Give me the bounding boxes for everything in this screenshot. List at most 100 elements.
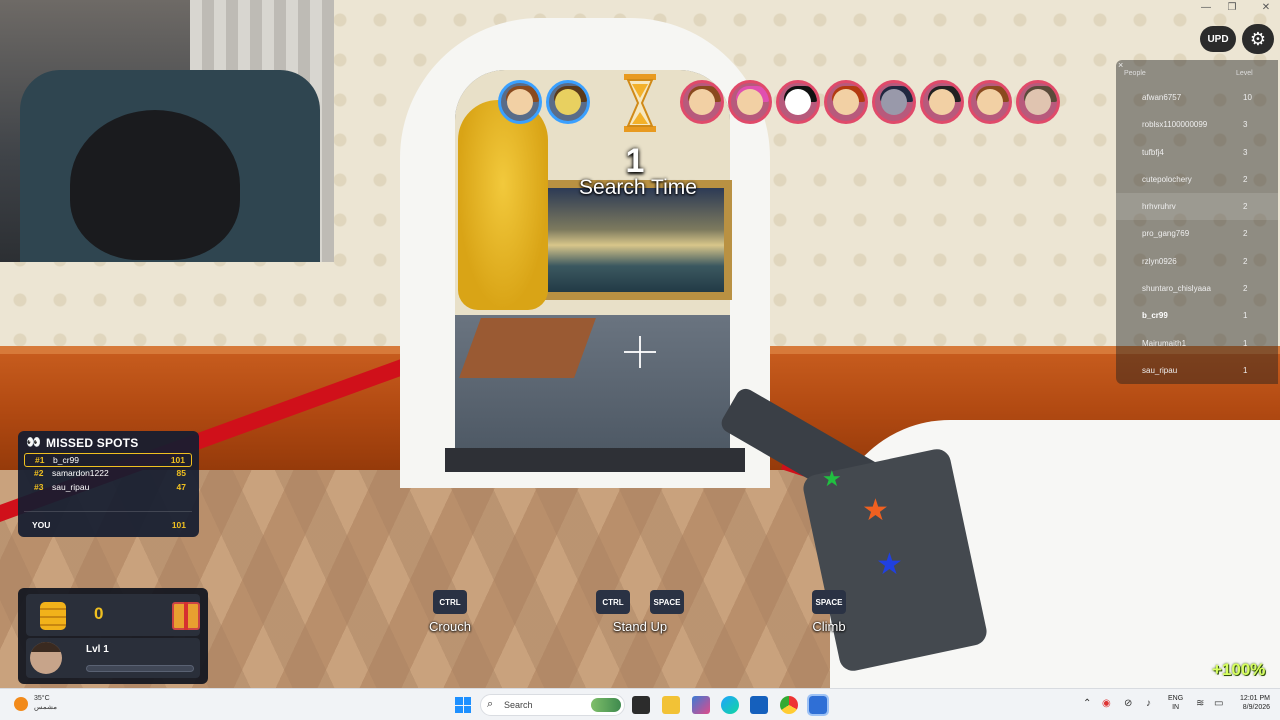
restore-window-icon[interactable]: ❐ — [1222, 2, 1242, 16]
battery-icon[interactable]: ▭ — [1214, 698, 1223, 709]
eyes-icon: 👀 — [26, 435, 41, 449]
player-avatar — [1016, 80, 1060, 124]
edge-browser-icon[interactable] — [721, 696, 739, 714]
leaderboard-row[interactable]: rzlyn0926 2 — [1116, 248, 1278, 275]
language-indicator[interactable]: ENG IN — [1168, 694, 1183, 712]
leaderboard-row[interactable]: hrhvruhrv 2 — [1116, 193, 1278, 221]
file-explorer-icon[interactable] — [662, 696, 680, 714]
close-icon[interactable]: × — [1118, 60, 1123, 70]
player-avatar-bar — [498, 80, 1068, 126]
leaderboard-row[interactable]: tufbfj4 3 — [1116, 139, 1278, 166]
leaderboard-player-name: shuntaro_chislyaaa — [1142, 284, 1211, 294]
leaderboard-player-name: sau_ripau — [1142, 365, 1178, 375]
level-progress-bar — [86, 665, 194, 672]
leaderboard-row[interactable]: Mairumaith1 1 — [1116, 330, 1278, 357]
leaderboard-player-level: 3 — [1243, 120, 1248, 130]
leaderboard-row[interactable]: sau_ripau 1 — [1116, 357, 1278, 384]
missed-spots-name: samardon1222 — [52, 468, 109, 478]
coin-count: 0 — [94, 604, 104, 623]
weapon-star-orange-icon: ★ — [862, 494, 889, 527]
gear-icon[interactable]: ⚙ — [1242, 24, 1274, 54]
key-ctrl-standup: CTRL — [596, 590, 630, 614]
roblox-icon[interactable] — [807, 694, 829, 716]
level-label: Lvl 1 — [86, 644, 109, 655]
leaderboard-player-level: 2 — [1243, 229, 1248, 239]
leaderboard-row[interactable]: cutepolochery 2 — [1116, 166, 1278, 193]
weapon-star-blue-icon: ★ — [876, 548, 903, 581]
missed-spots-name: b_cr99 — [53, 455, 79, 465]
player-leaderboard: × People Level afwan6757 10 roblsx1100000… — [1116, 60, 1278, 384]
minimize-window-icon[interactable]: — — [1196, 2, 1216, 16]
crosshair-vertical — [639, 336, 641, 368]
windows-taskbar: 35°C مشمس ⌕ Search ⌃ ◉ ⊘ ♪ ENG IN ≋ ▭ 12… — [0, 688, 1280, 720]
crouch-hint: Crouch — [429, 619, 471, 634]
leaderboard-player-level: 2 — [1243, 284, 1248, 294]
leaderboard-player-name: pro_gang769 — [1142, 229, 1190, 239]
leaderboard-player-level: 1 — [1243, 338, 1248, 348]
player-avatar — [920, 80, 964, 124]
copilot-icon[interactable] — [692, 696, 710, 714]
key-space-climb: SPACE — [812, 590, 846, 614]
leaderboard-player-name: tufbfj4 — [1142, 147, 1164, 157]
door-threshold — [445, 448, 745, 472]
player-stats-panel: 0 Lvl 1 — [18, 588, 208, 684]
player-avatar — [968, 80, 1012, 124]
leaderboard-row[interactable]: roblsx1100000099 3 — [1116, 111, 1278, 138]
you-label: YOU — [32, 520, 51, 530]
windows-start-icon[interactable] — [455, 697, 471, 713]
player-avatar — [546, 80, 590, 124]
search-icon: ⌕ — [487, 698, 494, 710]
tray-app-icon[interactable]: ◉ — [1102, 698, 1111, 709]
chevron-up-icon[interactable]: ⌃ — [1083, 698, 1091, 709]
avatar — [30, 642, 62, 674]
leaderboard-row[interactable]: afwan6757 10 — [1116, 84, 1278, 111]
leaderboard-player-name: cutepolochery — [1142, 174, 1192, 184]
leaderboard-player-name: afwan6757 — [1142, 93, 1182, 102]
weather-widget[interactable]: 35°C مشمس — [34, 694, 57, 712]
level-box: Lvl 1 — [26, 638, 200, 678]
chrome-icon[interactable] — [780, 696, 798, 714]
gift-icon[interactable] — [172, 602, 200, 630]
leaderboard-header-name: People — [1124, 70, 1146, 77]
microphone-icon[interactable]: ♪ — [1146, 698, 1151, 709]
stand-up-hint: Stand Up — [612, 619, 668, 634]
system-clock[interactable]: 12:01 PM 8/9/2026 — [1230, 694, 1270, 712]
key-ctrl-crouch: CTRL — [433, 590, 467, 614]
clock-date: 8/9/2026 — [1242, 704, 1270, 711]
leaderboard-row[interactable]: pro_gang769 2 — [1116, 220, 1278, 247]
leaderboard-player-level: 10 — [1243, 93, 1252, 102]
leaderboard-player-level: 2 — [1243, 202, 1248, 212]
clock-time: 12:01 PM — [1240, 695, 1270, 702]
webcam-overlay — [0, 0, 334, 262]
search-highlight-icon — [591, 698, 621, 712]
missed-spots-row: #3 sau_ripau 47 — [24, 481, 192, 495]
missed-spots-title: MISSED SPOTS — [46, 436, 139, 450]
leaderboard-row[interactable]: shuntaro_chislyaaa 2 — [1116, 275, 1278, 302]
painting-canvas — [548, 188, 724, 292]
leaderboard-row[interactable]: b_cr99 1 — [1116, 302, 1278, 329]
language-code: ENG — [1168, 695, 1184, 702]
wifi-icon[interactable]: ≋ — [1196, 698, 1204, 709]
weather-sun-icon[interactable] — [14, 697, 28, 711]
close-window-icon[interactable]: ✕ — [1256, 2, 1276, 16]
player-avatar — [728, 80, 772, 124]
leaderboard-header: People Level — [1116, 70, 1278, 82]
missed-spots-score: 101 — [170, 455, 185, 465]
player-avatar — [498, 80, 542, 124]
webcam-streamer — [70, 110, 240, 260]
coin-box: 0 — [26, 594, 200, 636]
missed-spots-you-row: YOU 101 — [24, 519, 192, 532]
boost-percentage: +100% — [1212, 660, 1266, 679]
missed-spots-rank: #2 — [34, 468, 44, 478]
player-avatar — [776, 80, 820, 124]
taskbar-search[interactable]: ⌕ Search — [480, 694, 625, 716]
missed-spots-score: 47 — [176, 482, 186, 492]
store-icon[interactable] — [750, 696, 768, 714]
leaderboard-header-level: Level — [1236, 70, 1253, 77]
rug — [459, 318, 596, 378]
climb-hint: Climb — [812, 619, 846, 634]
tray-mute-icon[interactable]: ⊘ — [1124, 698, 1132, 709]
missed-spots-row: #2 samardon1222 85 — [24, 467, 192, 481]
task-view-icon[interactable] — [632, 696, 650, 714]
update-button[interactable]: UPD — [1200, 26, 1236, 52]
